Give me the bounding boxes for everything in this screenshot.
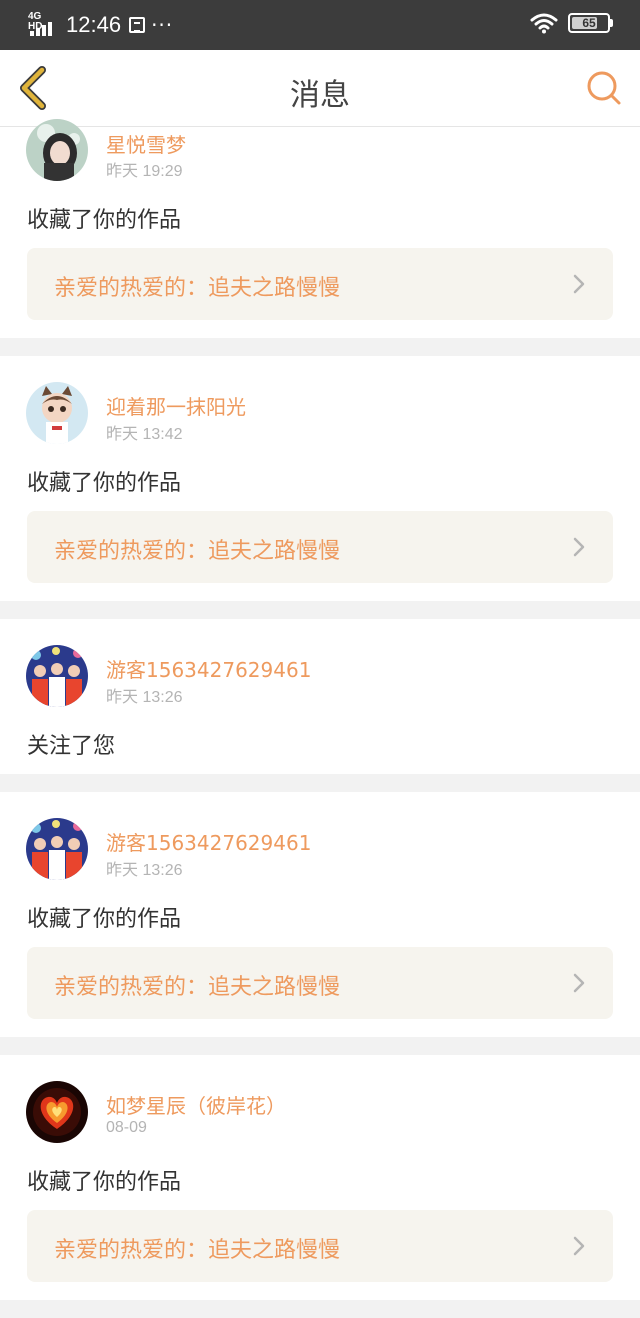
username[interactable]: 如梦星辰（彼岸花） [106,1090,286,1119]
work-link[interactable]: 亲爱的热爱的：追夫之路慢慢 [27,947,613,1019]
timestamp: 08-09 [106,1119,147,1136]
timestamp: 昨天 19:29 [106,163,183,180]
status-bar: 4G HD 12:46 ··· 65 [0,0,640,50]
more-notifications: ··· [151,13,174,37]
username[interactable]: 游客1563427629461 [106,827,311,856]
avatar[interactable] [26,818,88,880]
status-right: 65 [530,12,613,34]
battery-level: 65 [582,16,596,30]
avatar[interactable] [26,645,88,707]
username[interactable]: 迎着那一抹阳光 [106,391,246,420]
status-left: 4G HD 12:46 ··· [28,10,173,40]
work-title: 亲爱的热爱的：追夫之路慢慢 [54,276,341,301]
avatar[interactable] [26,1081,88,1143]
action-text: 收藏了你的作品 [27,907,182,932]
page-title: 消息 [290,78,350,113]
message-list: 星悦雪梦 昨天 19:29 收藏了你的作品 亲爱的热爱的：追夫之路慢慢 迎着那一… [0,119,640,1318]
timestamp: 昨天 13:26 [106,862,183,879]
wifi-icon [530,13,558,34]
list-item: 游客1563427629461 昨天 13:26 收藏了你的作品 亲爱的热爱的：… [0,792,640,1037]
work-link[interactable]: 亲爱的热爱的：追夫之路慢慢 [27,1210,613,1282]
work-link[interactable]: 亲爱的热爱的：追夫之路慢慢 [27,248,613,320]
status-time: 12:46 [66,12,122,37]
chevron-right-icon [573,274,585,294]
chevron-right-icon [573,973,585,993]
battery-icon: 65 [568,13,613,33]
list-item: 迎着那一抹阳光 昨天 13:42 收藏了你的作品 亲爱的热爱的：追夫之路慢慢 [0,356,640,601]
list-item: 如梦星辰（彼岸花） 08-09 收藏了你的作品 亲爱的热爱的：追夫之路慢慢 [0,1055,640,1300]
action-text: 收藏了你的作品 [27,471,182,496]
notification-icon [129,17,146,33]
chevron-right-icon [573,1236,585,1256]
timestamp: 昨天 13:26 [106,689,183,706]
work-title: 亲爱的热爱的：追夫之路慢慢 [54,1238,341,1263]
username[interactable]: 星悦雪梦 [106,129,186,158]
action-text: 收藏了你的作品 [27,1170,182,1195]
avatar-group [26,818,88,880]
avatar-heart [26,1081,88,1143]
avatar-group [26,645,88,707]
avatar-cartoon-boy [26,382,88,444]
avatar[interactable] [26,119,88,181]
action-text: 收藏了你的作品 [27,208,182,233]
avatar[interactable] [26,382,88,444]
nav-header: 消息 [0,50,640,127]
avatar-girl [26,119,88,181]
work-link[interactable]: 亲爱的热爱的：追夫之路慢慢 [27,511,613,583]
action-text: 关注了您 [27,734,116,759]
signal-icon: 4G HD [28,12,58,38]
chevron-right-icon [573,537,585,557]
work-title: 亲爱的热爱的：追夫之路慢慢 [54,975,341,1000]
search-icon[interactable] [586,70,622,106]
list-item: 游客1563427629461 昨天 13:26 关注了您 [0,619,640,774]
list-item: 星悦雪梦 昨天 19:29 收藏了你的作品 亲爱的热爱的：追夫之路慢慢 [0,119,640,338]
username[interactable]: 游客1563427629461 [106,654,311,683]
timestamp: 昨天 13:42 [106,426,183,443]
work-title: 亲爱的热爱的：追夫之路慢慢 [54,539,341,564]
